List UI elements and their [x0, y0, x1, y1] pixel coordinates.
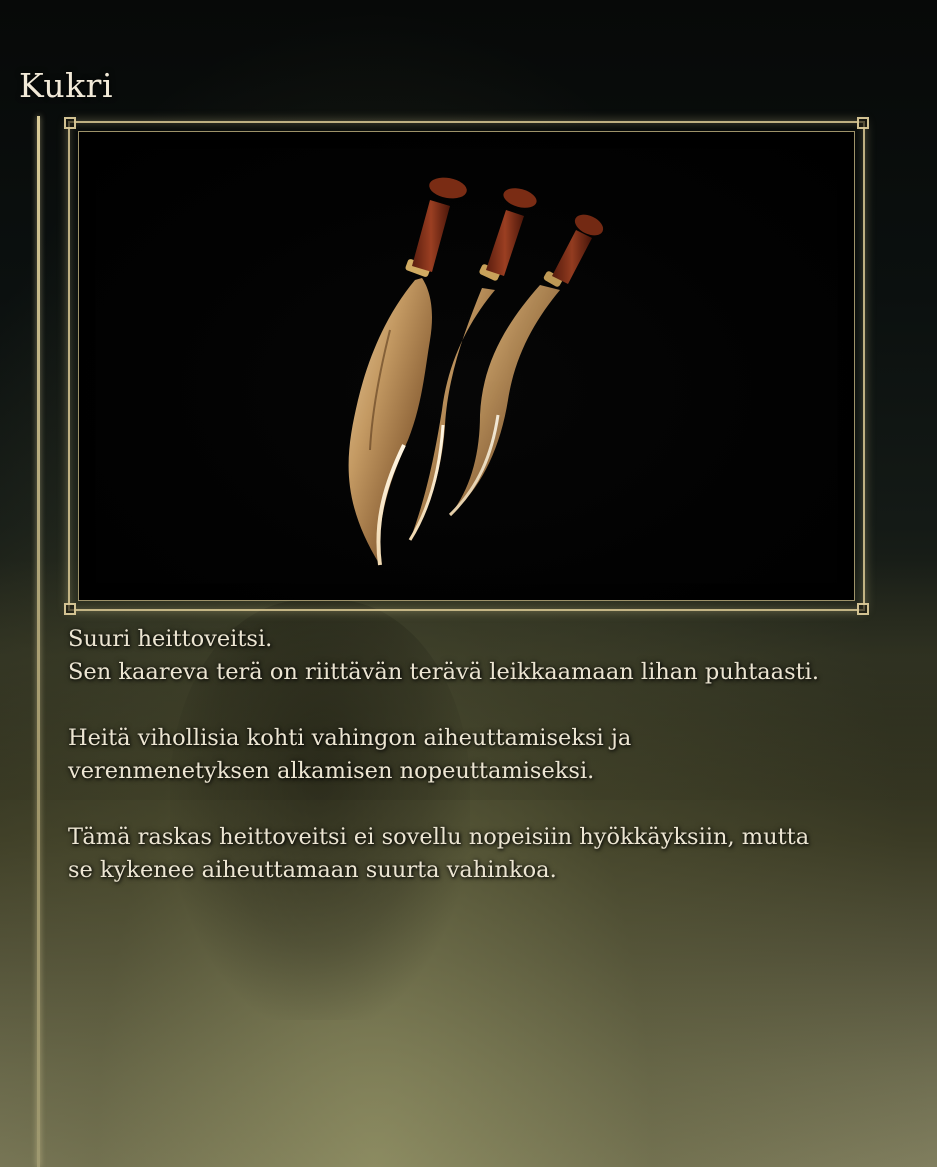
kukri-blade-1 — [348, 177, 467, 566]
description-line: Sen kaareva terä on riittävän terävä lei… — [68, 659, 820, 685]
description-paragraph: Heitä vihollisia kohti vahingon aiheutta… — [68, 722, 908, 788]
description-line: verenmenetyksen alkamisen nopeuttamiseks… — [68, 758, 595, 784]
description-paragraph: Suuri heittoveitsi. Sen kaareva terä on … — [68, 623, 908, 689]
description-line: se kykenee aiheuttamaan suurta vahinkoa. — [68, 857, 557, 883]
description-line: Tämä raskas heittoveitsi ei sovellu nope… — [68, 824, 810, 850]
frame-corner-ornament — [857, 603, 869, 615]
description-line: Heitä vihollisia kohti vahingon aiheutta… — [68, 725, 632, 751]
frame-corner-ornament — [857, 117, 869, 129]
item-title: Kukri — [19, 66, 114, 105]
kukri-blade-3 — [448, 214, 604, 517]
left-divider-line — [37, 116, 40, 1167]
frame-corner-ornament — [64, 117, 76, 129]
description-paragraph: Tämä raskas heittoveitsi ei sovellu nope… — [68, 821, 908, 887]
kukri-knives-icon — [348, 177, 604, 566]
description-line: Suuri heittoveitsi. — [68, 626, 273, 652]
frame-corner-ornament — [64, 603, 76, 615]
item-description: Suuri heittoveitsi. Sen kaareva terä on … — [68, 623, 908, 920]
